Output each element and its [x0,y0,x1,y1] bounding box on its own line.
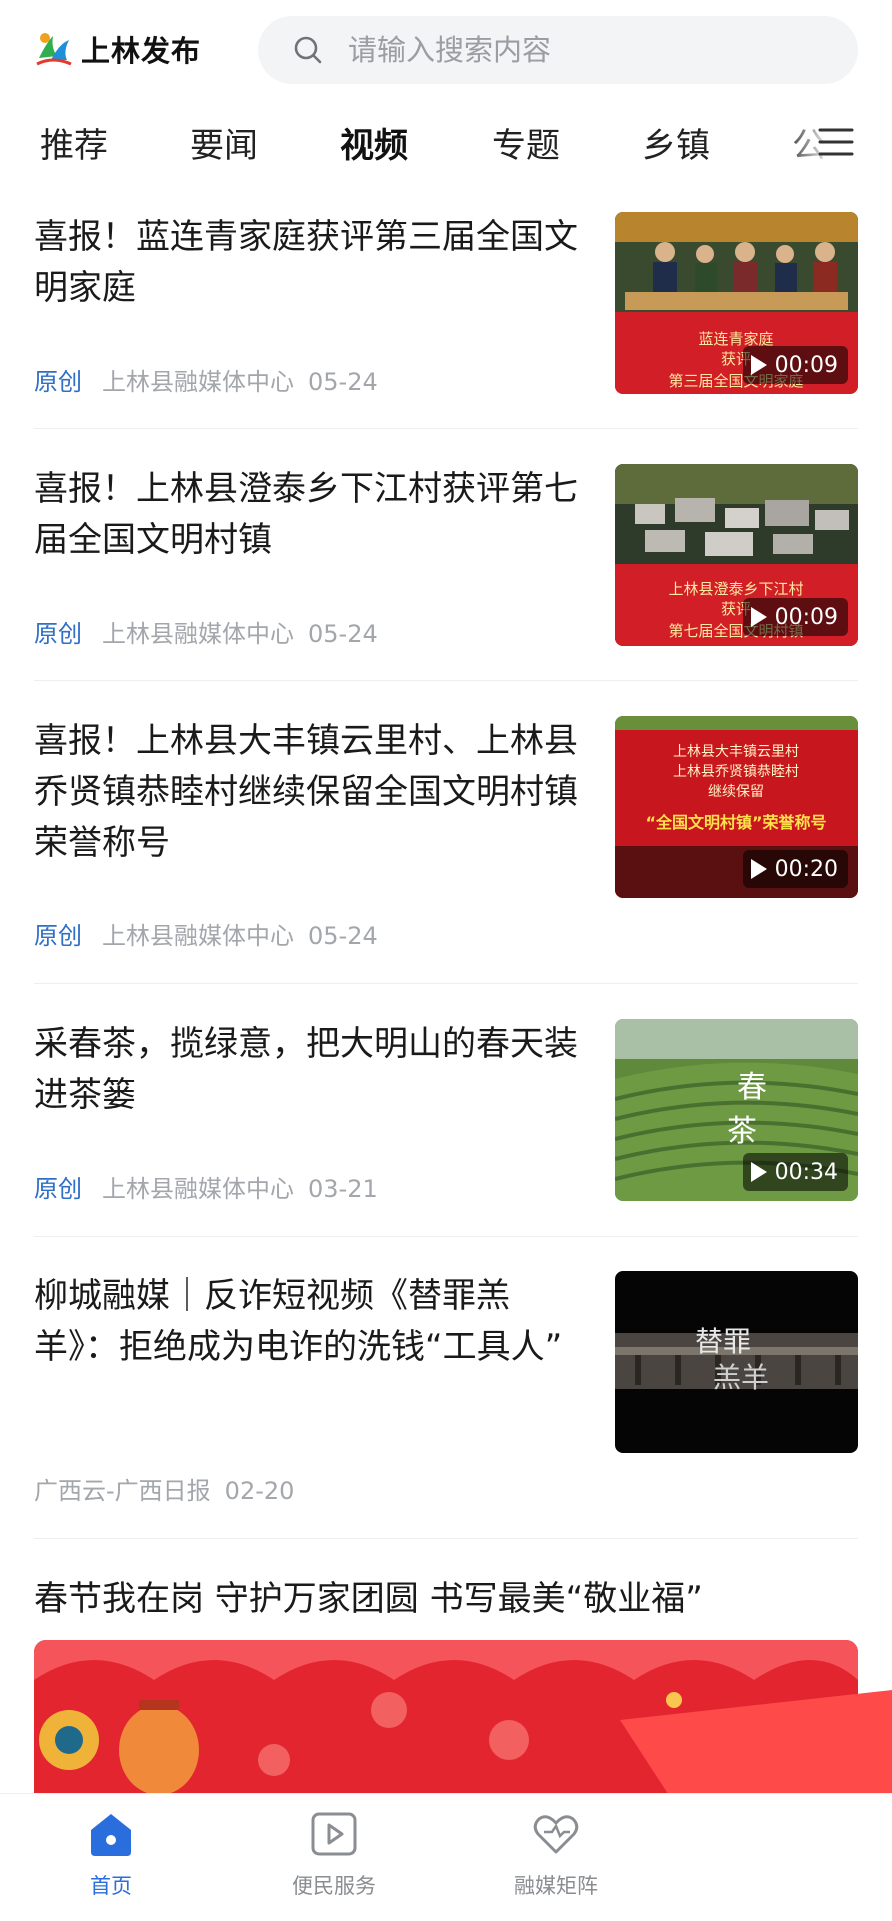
news-item[interactable]: 采春茶，揽绿意，把大明山的春天装进茶篓 原创 上林县融媒体中心 03-21 春 茶 … [34,1019,858,1219]
thumb-caption: 上林县澄泰乡下江村 [668,580,803,598]
tab-news[interactable]: 要闻 [190,118,258,167]
tab-recommend[interactable]: 推荐 [40,118,108,167]
news-meta: 原创 上林县融媒体中心 05-24 [34,362,378,397]
news-date: 05-24 [308,368,378,396]
thumb-caption: 继续保留 [708,783,764,800]
news-date: 05-24 [308,620,378,648]
news-meta: 原创 上林县融媒体中心 05-24 [34,916,378,951]
thumb-caption: 上林县大丰镇云里村 [673,744,799,760]
nav-label: 首页 [90,1874,132,1898]
nav-label: 融媒矩阵 [514,1874,598,1898]
tab-video[interactable]: 视频 [340,118,408,167]
logo-icon [36,33,72,66]
app-name: 上林发布 [81,34,202,68]
thumbnail-image: 替罪 羔羊 [615,1271,858,1453]
news-item[interactable]: 柳城融媒｜反诈短视频《替罪羔羊》：拒绝成为电诈的洗钱“工具人” 广西云-广西日报… [34,1271,858,1521]
nav-services[interactable]: 便民服务 [254,1794,414,1921]
news-source: 广西云-广西日报 [34,1477,211,1505]
news-date: 02-20 [224,1477,295,1505]
tab-topics[interactable]: 专题 [492,118,560,167]
news-title[interactable]: 喜报！上林县澄泰乡下江村获评第七届全国文明村镇 [34,464,584,566]
news-meta: 原创 上林县融媒体中心 05-24 [34,614,378,649]
original-tag: 原创 [34,368,82,396]
nav-media-matrix[interactable]: 融媒矩阵 [476,1794,636,1921]
heart-icon [533,1815,579,1854]
news-title[interactable]: 喜报！上林县大丰镇云里村、上林县乔贤镇恭睦村继续保留全国文明村镇荣誉称号 [34,716,584,869]
play-icon [750,355,767,375]
video-thumbnail[interactable]: 替罪 羔羊 [615,1271,858,1453]
home-icon [91,1814,131,1856]
news-source: 上林县融媒体中心 [102,1175,294,1203]
news-item[interactable]: 春节我在岗 守护万家团圆 书写最美“敬业福” [34,1574,858,1634]
news-meta: 原创 上林县融媒体中心 03-21 [34,1169,378,1204]
category-tabs: 推荐 要闻 视频 专题 乡镇 公 [0,108,892,178]
news-meta: 广西云-广西日报 02-20 [34,1471,294,1506]
video-duration: 00:34 [742,1153,848,1191]
video-thumbnail[interactable]: 上林县大丰镇云里村 上林县乔贤镇恭睦村 继续保留 “全国文明村镇”荣誉称号 00… [615,716,858,898]
bottom-navigation: 首页 便民服务 融媒矩阵 [0,1793,892,1921]
original-tag: 原创 [34,922,82,950]
menu-icon[interactable] [816,122,856,162]
divider [34,428,858,429]
news-source: 上林县融媒体中心 [102,922,294,950]
play-square-icon [311,1812,357,1856]
thumb-caption: 茶 [727,1114,757,1149]
video-duration: 00:20 [742,850,848,888]
video-duration: 00:09 [742,346,848,384]
news-title[interactable]: 喜报！蓝连青家庭获评第三届全国文明家庭 [34,212,584,314]
news-title[interactable]: 柳城融媒｜反诈短视频《替罪羔羊》：拒绝成为电诈的洗钱“工具人” [34,1271,584,1373]
tab-towns[interactable]: 乡镇 [642,118,710,167]
news-date: 05-24 [308,922,378,950]
original-tag: 原创 [34,620,82,648]
video-thumbnail[interactable]: 上林县澄泰乡下江村 获评 第七届全国文明村镇 00:09 [615,464,858,646]
divider [34,1538,858,1539]
video-duration: 00:09 [742,598,848,636]
news-item[interactable]: 喜报！蓝连青家庭获评第三届全国文明家庭 原创 上林县融媒体中心 05-24 蓝连青家… [34,212,858,412]
search-input[interactable] [346,32,830,68]
news-title[interactable]: 采春茶，揽绿意，把大明山的春天装进茶篓 [34,1019,584,1121]
video-thumbnail[interactable]: 蓝连青家庭 获评 第三届全国文明家庭 00:09 [615,212,858,394]
play-icon [750,1162,767,1182]
divider [34,983,858,984]
play-icon [750,607,767,627]
nav-home[interactable]: 首页 [31,1794,191,1921]
video-thumbnail[interactable]: 春 茶 00:34 [615,1019,858,1201]
divider [34,680,858,681]
thumb-caption: “全国文明村镇”荣誉称号 [645,813,826,832]
thumb-caption: 春 [737,1070,767,1105]
thumb-caption: 羔羊 [713,1361,769,1394]
thumb-caption: 替罪 [695,1325,751,1358]
news-item[interactable]: 喜报！上林县大丰镇云里村、上林县乔贤镇恭睦村继续保留全国文明村镇荣誉称号 原创上… [34,716,858,966]
original-tag: 原创 [34,1175,82,1203]
top-header: 上林发布 [0,0,892,100]
news-item[interactable]: 喜报！上林县澄泰乡下江村获评第七届全国文明村镇 原创 上林县融媒体中心 05-24 … [34,464,858,664]
news-source: 上林县融媒体中心 [102,368,294,396]
divider [34,1236,858,1237]
app-logo[interactable]: 上林发布 [33,28,201,70]
thumb-caption: 上林县乔贤镇恭睦村 [673,764,799,780]
search-icon [294,36,322,64]
play-icon [750,859,767,879]
nav-label: 便民服务 [292,1874,376,1898]
search-bar[interactable] [258,16,858,84]
news-title[interactable]: 春节我在岗 守护万家团圆 书写最美“敬业福” [34,1574,858,1625]
news-date: 03-21 [308,1175,378,1203]
news-source: 上林县融媒体中心 [102,620,294,648]
